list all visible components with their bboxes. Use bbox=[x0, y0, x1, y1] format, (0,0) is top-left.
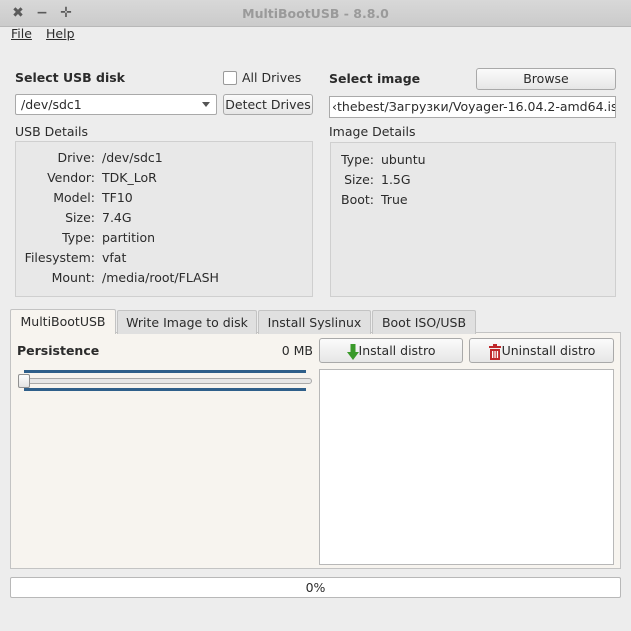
image-detail-row: Type: ubuntu bbox=[330, 152, 426, 167]
persistence-slider[interactable] bbox=[18, 378, 312, 384]
install-distro-button[interactable]: Install distro bbox=[319, 338, 463, 363]
progress-bar: 0% bbox=[10, 577, 621, 598]
image-detail-value: True bbox=[381, 192, 408, 207]
usb-detail-value: TF10 bbox=[102, 190, 133, 205]
select-image-heading: Select image bbox=[329, 71, 421, 86]
usb-detail-value: TDK_LoR bbox=[102, 170, 157, 185]
usb-detail-row: Mount: /media/root/FLASH bbox=[15, 270, 219, 285]
menu-help[interactable]: Help bbox=[46, 26, 75, 41]
image-detail-label: Type: bbox=[341, 152, 374, 167]
all-drives-checkbox[interactable] bbox=[223, 71, 237, 85]
window-title: MultiBootUSB - 8.8.0 bbox=[242, 6, 389, 21]
uninstall-distro-button[interactable]: Uninstall distro bbox=[469, 338, 614, 363]
install-distro-label: Install distro bbox=[358, 343, 436, 358]
usb-detail-label: Type: bbox=[62, 230, 95, 245]
usb-detail-row: Model: TF10 bbox=[15, 190, 133, 205]
usb-detail-row: Size: 7.4G bbox=[15, 210, 132, 225]
image-path-field[interactable]: ‹thebest/Загрузки/Voyager-16.04.2-amd64.… bbox=[329, 96, 616, 118]
down-arrow-icon bbox=[346, 343, 359, 360]
image-detail-row: Boot: True bbox=[330, 192, 408, 207]
usb-detail-row: Vendor: TDK_LoR bbox=[15, 170, 157, 185]
usb-detail-value: partition bbox=[102, 230, 156, 245]
usb-detail-row: Filesystem: vfat bbox=[15, 250, 127, 265]
usb-disk-selected-value: /dev/sdc1 bbox=[21, 97, 82, 112]
image-detail-row: Size: 1.5G bbox=[330, 172, 411, 187]
persistence-slider-handle[interactable] bbox=[18, 374, 30, 388]
tab-multibootusb[interactable]: MultiBootUSB bbox=[10, 309, 116, 334]
uninstall-distro-label: Uninstall distro bbox=[501, 343, 596, 358]
usb-detail-label: Model: bbox=[53, 190, 95, 205]
usb-detail-label: Mount: bbox=[51, 270, 95, 285]
all-drives-label: All Drives bbox=[242, 70, 302, 85]
menu-file[interactable]: File bbox=[11, 26, 32, 41]
tab-boot-iso-usb[interactable]: Boot ISO/USB bbox=[372, 310, 476, 334]
detect-drives-button[interactable]: Detect Drives bbox=[223, 94, 313, 115]
usb-detail-label: Vendor: bbox=[47, 170, 95, 185]
browse-button[interactable]: Browse bbox=[476, 68, 616, 90]
usb-detail-row: Drive: /dev/sdc1 bbox=[15, 150, 163, 165]
usb-detail-value: vfat bbox=[102, 250, 127, 265]
usb-detail-value: /media/root/FLASH bbox=[102, 270, 219, 285]
usb-detail-row: Type: partition bbox=[15, 230, 155, 245]
slider-top-accent bbox=[24, 370, 306, 373]
menu-bar bbox=[0, 27, 631, 47]
trash-icon bbox=[488, 343, 501, 360]
usb-disk-select[interactable]: /dev/sdc1 bbox=[15, 94, 217, 115]
usb-detail-label: Size: bbox=[65, 210, 95, 225]
image-details-heading: Image Details bbox=[329, 124, 416, 139]
image-detail-label: Boot: bbox=[341, 192, 374, 207]
persistence-value: 0 MB bbox=[281, 343, 313, 358]
tab-write-image[interactable]: Write Image to disk bbox=[117, 310, 257, 334]
usb-disk-heading: Select USB disk bbox=[15, 70, 125, 85]
usb-detail-label: Filesystem: bbox=[24, 250, 95, 265]
persistence-label: Persistence bbox=[17, 343, 100, 358]
installed-distros-list[interactable] bbox=[319, 369, 614, 565]
tab-install-syslinux[interactable]: Install Syslinux bbox=[258, 310, 371, 334]
usb-detail-value: 7.4G bbox=[102, 210, 132, 225]
usb-detail-label: Drive: bbox=[57, 150, 95, 165]
image-detail-value: ubuntu bbox=[381, 152, 426, 167]
slider-bottom-accent bbox=[24, 388, 306, 391]
image-detail-label: Size: bbox=[344, 172, 374, 187]
chevron-down-icon bbox=[202, 102, 210, 107]
usb-details-heading: USB Details bbox=[15, 124, 88, 139]
image-detail-value: 1.5G bbox=[381, 172, 411, 187]
usb-detail-value: /dev/sdc1 bbox=[102, 150, 163, 165]
